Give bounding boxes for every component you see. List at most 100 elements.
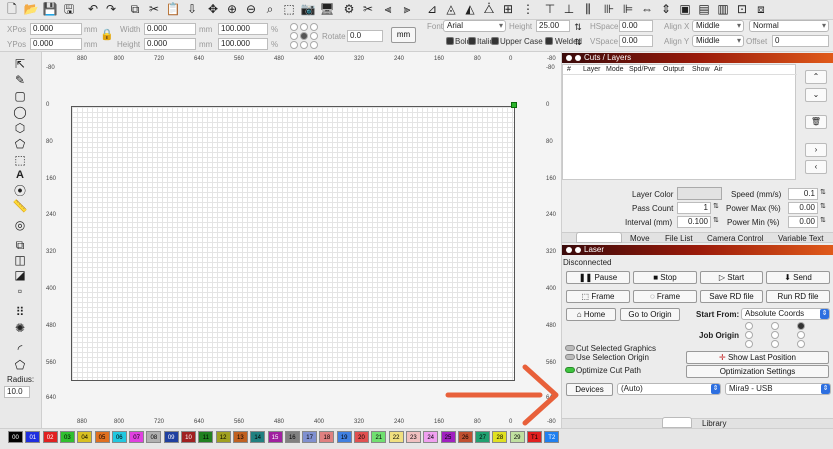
panel-close-icon[interactable]	[566, 55, 572, 61]
palette-layer-23[interactable]: 23	[405, 431, 421, 443]
job-origin-radio[interactable]	[771, 322, 779, 330]
stop-button[interactable]: ■ Stop	[633, 271, 697, 284]
size-height-icon[interactable]: ⇕	[658, 2, 674, 16]
save-as-icon[interactable]: 🖫	[61, 2, 77, 16]
offset-shape-icon[interactable]: ◎	[12, 218, 28, 232]
palette-layer-05[interactable]: 05	[94, 431, 110, 443]
align-bottom-icon[interactable]: ⊥	[561, 2, 577, 16]
move-layer-up-button[interactable]: ⌃	[805, 70, 827, 84]
job-origin-grid[interactable]	[745, 322, 815, 348]
height-input[interactable]: 0.000	[144, 38, 196, 50]
anchor-radio[interactable]	[310, 23, 318, 31]
align-hcenter-icon[interactable]: ⫼	[580, 2, 596, 16]
boolean-union-icon[interactable]: ⧉	[12, 238, 28, 252]
position-pin-icon[interactable]: ⦿	[12, 183, 28, 198]
interval-input[interactable]: 0.100	[677, 216, 711, 228]
devices-select[interactable]: (Auto)	[617, 383, 721, 395]
palette-layer-17[interactable]: 17	[302, 431, 318, 443]
palette-layer-28[interactable]: 28	[492, 431, 508, 443]
port-select[interactable]: Mira9 - USB	[725, 383, 831, 395]
job-origin-radio[interactable]	[797, 340, 805, 348]
palette-layer-27[interactable]: 27	[475, 431, 491, 443]
text-style-select[interactable]: Normal	[749, 20, 829, 32]
zoom-in-icon[interactable]: ⊕	[224, 2, 240, 16]
measure-icon[interactable]: 📏	[12, 199, 28, 213]
copy-icon[interactable]: ⧉	[127, 2, 143, 16]
pmin-stepper-icon[interactable]: ⇅	[820, 216, 826, 224]
laser-float-icon[interactable]	[575, 247, 581, 253]
layer-right-button[interactable]: ›	[805, 143, 827, 157]
tab-move[interactable]: Move	[630, 234, 650, 243]
tab-library[interactable]: Library	[702, 419, 726, 428]
size-width-icon[interactable]: ⇔	[639, 2, 655, 16]
tab-active-blank[interactable]	[576, 232, 622, 243]
palette-layer-14[interactable]: 14	[250, 431, 266, 443]
palette-layer-11[interactable]: 11	[198, 431, 214, 443]
frame-select-icon[interactable]: ⬚	[12, 153, 28, 167]
optimize-cut-toggle[interactable]	[565, 367, 575, 373]
select-arrow-icon[interactable]: ⇱	[12, 57, 28, 71]
radius-input[interactable]: 10.0	[4, 386, 30, 398]
redo-icon[interactable]: ↷	[103, 2, 119, 16]
palette-layer-04[interactable]: 04	[77, 431, 93, 443]
open-folder-icon[interactable]: 📂	[23, 2, 39, 16]
italic-checkbox[interactable]	[468, 37, 476, 45]
design-canvas[interactable]	[71, 106, 515, 381]
import-icon[interactable]: ⇩	[184, 2, 200, 16]
nest-icon[interactable]: ▥	[715, 2, 731, 16]
monitor-icon[interactable]: 🖥	[319, 2, 335, 16]
tab-variable-text[interactable]: Variable Text	[778, 234, 824, 243]
zoom-selection-icon[interactable]: ⬚	[281, 2, 297, 16]
new-file-icon[interactable]: 🗋	[4, 2, 20, 16]
zoom-out-icon[interactable]: ⊖	[243, 2, 259, 16]
palette-layer-02[interactable]: 02	[42, 431, 58, 443]
palette-layer-01[interactable]: 01	[25, 431, 41, 443]
alignx-select[interactable]: Middle	[692, 20, 744, 32]
palette-layer-15[interactable]: 15	[267, 431, 283, 443]
settings-gear-icon[interactable]: ⚙	[341, 2, 357, 16]
palette-layer-03[interactable]: 03	[59, 431, 75, 443]
frame-rect-button[interactable]: ⬚ Frame	[566, 290, 630, 303]
palette-layer-07[interactable]: 07	[129, 431, 145, 443]
go-to-origin-button[interactable]: Go to Origin	[620, 308, 680, 321]
pen-draw-icon[interactable]: ✎	[12, 73, 28, 87]
cut-selected-toggle[interactable]	[565, 345, 575, 351]
boolean-intersect-icon[interactable]: ◪	[12, 268, 28, 282]
scale-width-input[interactable]: 100.000	[218, 23, 268, 35]
palette-layer-00[interactable]: 00	[8, 431, 23, 443]
corner-round-icon[interactable]: ◜	[12, 342, 28, 356]
paste-icon[interactable]: 📋	[165, 2, 181, 16]
palette-layer-26[interactable]: 26	[457, 431, 473, 443]
pass-stepper-icon[interactable]: ⇅	[713, 202, 719, 210]
palette-layer-29[interactable]: 29	[509, 431, 525, 443]
optimization-settings-button[interactable]: Optimization Settings	[686, 365, 829, 378]
scale-height-input[interactable]: 100.000	[218, 38, 268, 50]
job-origin-radio[interactable]	[797, 331, 805, 339]
hspace-input[interactable]: 0.00	[619, 20, 653, 32]
layer-left-button[interactable]: ‹	[805, 160, 827, 174]
mirror-v-icon[interactable]: ◬	[443, 2, 459, 16]
cut-icon[interactable]: ✂	[146, 2, 162, 16]
anchor-radio[interactable]	[290, 41, 298, 49]
distribute-v-icon[interactable]: ⊫	[620, 2, 636, 16]
palette-layer-21[interactable]: 21	[371, 431, 387, 443]
palette-layer-T1[interactable]: T1	[527, 431, 542, 443]
align-right-icon[interactable]: ⫸	[399, 2, 415, 16]
undo-icon[interactable]: ↶	[85, 2, 101, 16]
power-max-input[interactable]: 0.00	[788, 202, 818, 214]
devices-button[interactable]: Devices	[566, 383, 613, 396]
palette-layer-06[interactable]: 06	[111, 431, 127, 443]
palette-layer-10[interactable]: 10	[181, 431, 196, 443]
text-size-icon[interactable]: ⇅	[570, 20, 586, 34]
zoom-fit-icon[interactable]: ⌕	[262, 2, 278, 16]
job-origin-radio[interactable]	[771, 331, 779, 339]
bold-checkbox[interactable]	[446, 37, 454, 45]
move-icon[interactable]: ✥	[205, 2, 221, 16]
pass-count-input[interactable]: 1	[677, 202, 711, 214]
job-origin-radio[interactable]	[771, 340, 779, 348]
grid-array-icon[interactable]: ⠿	[12, 305, 28, 319]
show-last-position-button[interactable]: ✛ Show Last Position	[686, 351, 829, 364]
pmax-stepper-icon[interactable]: ⇅	[820, 202, 826, 210]
corner-chamfer-icon[interactable]: ⬠	[12, 358, 28, 372]
anchor-radio[interactable]	[290, 32, 298, 40]
